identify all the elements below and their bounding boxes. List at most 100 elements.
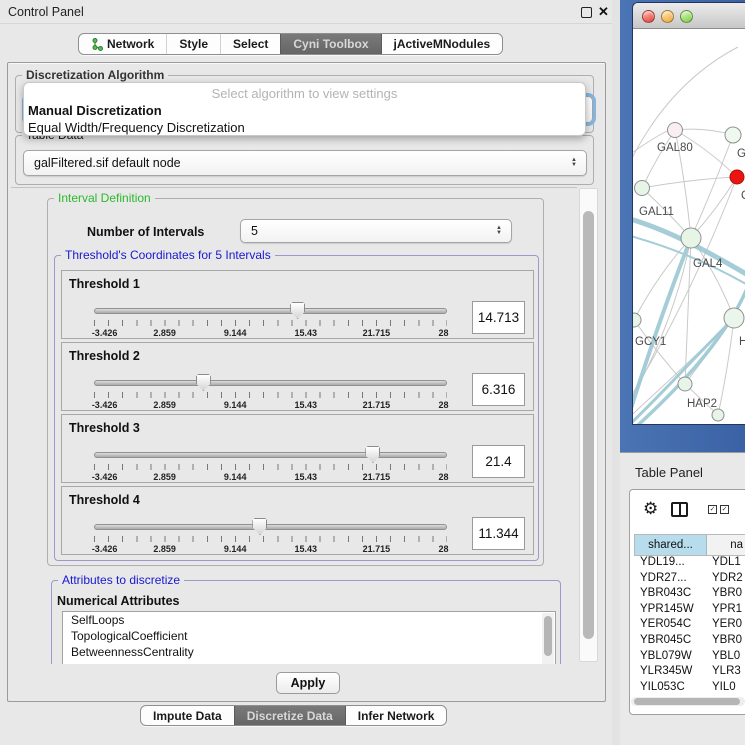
list-item[interactable]: BetweennessCentrality [63, 644, 555, 660]
table-horizontal-scrollbar[interactable] [631, 697, 745, 706]
table-row[interactable]: YPR145WYPR1 [634, 603, 745, 619]
float-window-icon[interactable] [581, 7, 592, 18]
number-of-intervals-combobox[interactable]: 5 ▲▼ [240, 219, 512, 243]
cyni-bottom-tabs: Impute Data Discretize Data Infer Networ… [140, 705, 447, 726]
threshold-coordinates-group: Threshold's Coordinates for 5 Intervals … [54, 255, 539, 561]
slider-thumb-icon[interactable] [252, 518, 267, 535]
node-gal11[interactable] [635, 181, 650, 196]
node-table: shared... na YDL19...YDL1 YDR27...YDR2 Y… [634, 534, 745, 704]
node-gcy1[interactable] [633, 313, 641, 327]
gear-icon[interactable]: ⚙ [643, 499, 658, 519]
number-of-intervals-value: 5 [241, 224, 491, 238]
list-item[interactable]: SelfLoops [63, 612, 555, 628]
tab-discretize-data[interactable]: Discretize Data [234, 706, 346, 725]
table-row[interactable]: YBR045CYBR0 [634, 634, 745, 650]
settings-scrollbar[interactable] [579, 188, 598, 662]
table-row[interactable]: YER054CYER0 [634, 618, 745, 634]
close-traffic-light-icon[interactable] [642, 10, 655, 23]
minimize-traffic-light-icon[interactable] [661, 10, 674, 23]
tab-jactivemnodules[interactable]: jActiveMNodules [382, 34, 503, 54]
threshold-3-value-field[interactable]: 21.4 [472, 445, 525, 478]
slider-thumb-icon[interactable] [196, 374, 211, 391]
column-header-name[interactable]: na [707, 535, 745, 555]
node-right[interactable] [724, 308, 744, 328]
attributes-group-label: Attributes to discretize [58, 573, 184, 587]
node-label: GAL11 [639, 206, 674, 218]
tab-select[interactable]: Select [220, 34, 280, 54]
threshold-4-value-field[interactable]: 11.344 [472, 517, 525, 550]
table-panel-frame: ⚙ ✓ ✓ shared... na YDL19...YDL1 YDR27...… [629, 489, 745, 715]
threshold-1-panel: Threshold 1 -3.426 2.859 9.144 15.43 21.… [61, 270, 534, 339]
network-graph: GAL80 G GAL11 GAL4 GCY1 H HAP2 C [633, 29, 745, 425]
cyni-toolbox-content: Discretization Algorithm ▲▼ Select algor… [7, 62, 606, 702]
zoom-traffic-light-icon[interactable] [680, 10, 693, 23]
table-row[interactable]: YDR27...YDR2 [634, 572, 745, 588]
threshold-2-panel: Threshold 2 -3.426 2.859 9.144 15.43 21.… [61, 342, 534, 411]
interval-definition-label: Interval Definition [54, 191, 155, 205]
tab-style[interactable]: Style [166, 34, 220, 54]
network-desktop: GAL80 G GAL11 GAL4 GCY1 H HAP2 C [620, 0, 745, 452]
list-scrollbar[interactable] [542, 613, 554, 664]
slider-thumb-icon[interactable] [290, 302, 305, 319]
threshold-3-panel: Threshold 3 -3.426 2.859 9.144 15.43 21.… [61, 414, 534, 483]
node-label: C [741, 190, 745, 202]
attributes-group: Attributes to discretize Numerical Attri… [51, 580, 561, 664]
network-icon [91, 38, 103, 51]
algorithm-option-placeholder[interactable]: Select algorithm to view settings [24, 85, 585, 102]
table-panel-title: Table Panel [635, 465, 703, 480]
table-header-row: shared... na [634, 534, 745, 556]
node-selected-red[interactable] [730, 170, 744, 184]
column-header-shared[interactable]: shared... [635, 535, 707, 555]
threshold-coordinates-label: Threshold's Coordinates for 5 Intervals [61, 248, 275, 262]
node-gal80[interactable] [668, 123, 683, 138]
node-bottom[interactable] [712, 409, 724, 421]
node-label: GAL4 [693, 258, 723, 270]
numerical-attributes-list: SelfLoops TopologicalCoefficient Between… [62, 611, 556, 664]
close-icon[interactable]: ✕ [598, 4, 609, 20]
node-label: G [737, 148, 745, 160]
control-panel-titlebar: Control Panel ✕ [0, 0, 612, 24]
slider-thumb-icon[interactable] [365, 446, 380, 463]
combo-stepper-icon: ▲▼ [566, 158, 582, 168]
checkbox-icon[interactable]: ✓ [720, 505, 729, 514]
network-canvas[interactable]: GAL80 G GAL11 GAL4 GCY1 H HAP2 C [633, 29, 745, 425]
control-panel: Control Panel ✕ Network Style Select Cyn… [0, 0, 612, 745]
list-item[interactable]: TopologicalCoefficient [63, 628, 555, 644]
table-row[interactable]: YBL079WYBL0 [634, 650, 745, 666]
interval-definition-group: Interval Definition Number of Intervals … [47, 198, 544, 566]
panel-title: Control Panel [8, 5, 84, 19]
algorithm-option-manual[interactable]: Manual Discretization [24, 102, 585, 119]
control-panel-tabs: Network Style Select Cyni Toolbox jActiv… [78, 33, 503, 55]
tab-network-label: Network [107, 37, 154, 51]
algorithm-option-equal-width[interactable]: Equal Width/Frequency Discretization [24, 119, 585, 136]
tab-impute-data[interactable]: Impute Data [141, 706, 234, 725]
network-window-titlebar[interactable] [633, 3, 745, 29]
columns-icon[interactable] [671, 502, 688, 517]
combo-stepper-icon: ▲▼ [491, 226, 507, 236]
discretization-algorithm-label: Discretization Algorithm [22, 68, 168, 82]
node-label: H [739, 336, 745, 348]
node-hap2[interactable] [678, 377, 692, 391]
table-data-value: galFiltered.sif default node [24, 156, 566, 170]
table-row[interactable]: YBR043CYBR0 [634, 587, 745, 603]
tab-cyni-toolbox[interactable]: Cyni Toolbox [280, 34, 381, 54]
node-top-right[interactable] [725, 127, 741, 143]
table-toolbar: ⚙ ✓ ✓ [630, 490, 745, 532]
tab-network[interactable]: Network [79, 34, 166, 54]
table-row[interactable]: YIL053CYIL0 [634, 681, 745, 697]
checkbox-icon[interactable]: ✓ [708, 505, 717, 514]
table-data-combobox[interactable]: galFiltered.sif default node ▲▼ [23, 150, 587, 176]
numerical-attributes-label: Numerical Attributes [57, 594, 179, 608]
threshold-1-value-field[interactable]: 14.713 [472, 301, 525, 334]
table-row[interactable]: YLR345WYLR3 [634, 665, 745, 681]
network-view-window: GAL80 G GAL11 GAL4 GCY1 H HAP2 C [632, 2, 745, 425]
apply-button[interactable]: Apply [276, 672, 340, 694]
table-panel: Table Panel ⚙ ✓ ✓ shared... na YDL19...Y… [620, 452, 745, 745]
node-gal4[interactable] [681, 228, 701, 248]
algorithm-dropdown: Select algorithm to view settings Manual… [23, 82, 586, 136]
tab-infer-network[interactable]: Infer Network [346, 706, 447, 725]
node-label: GAL80 [657, 142, 693, 154]
threshold-2-value-field[interactable]: 6.316 [472, 373, 525, 406]
node-label: GCY1 [635, 336, 666, 348]
table-row[interactable]: YDL19...YDL1 [634, 556, 745, 572]
